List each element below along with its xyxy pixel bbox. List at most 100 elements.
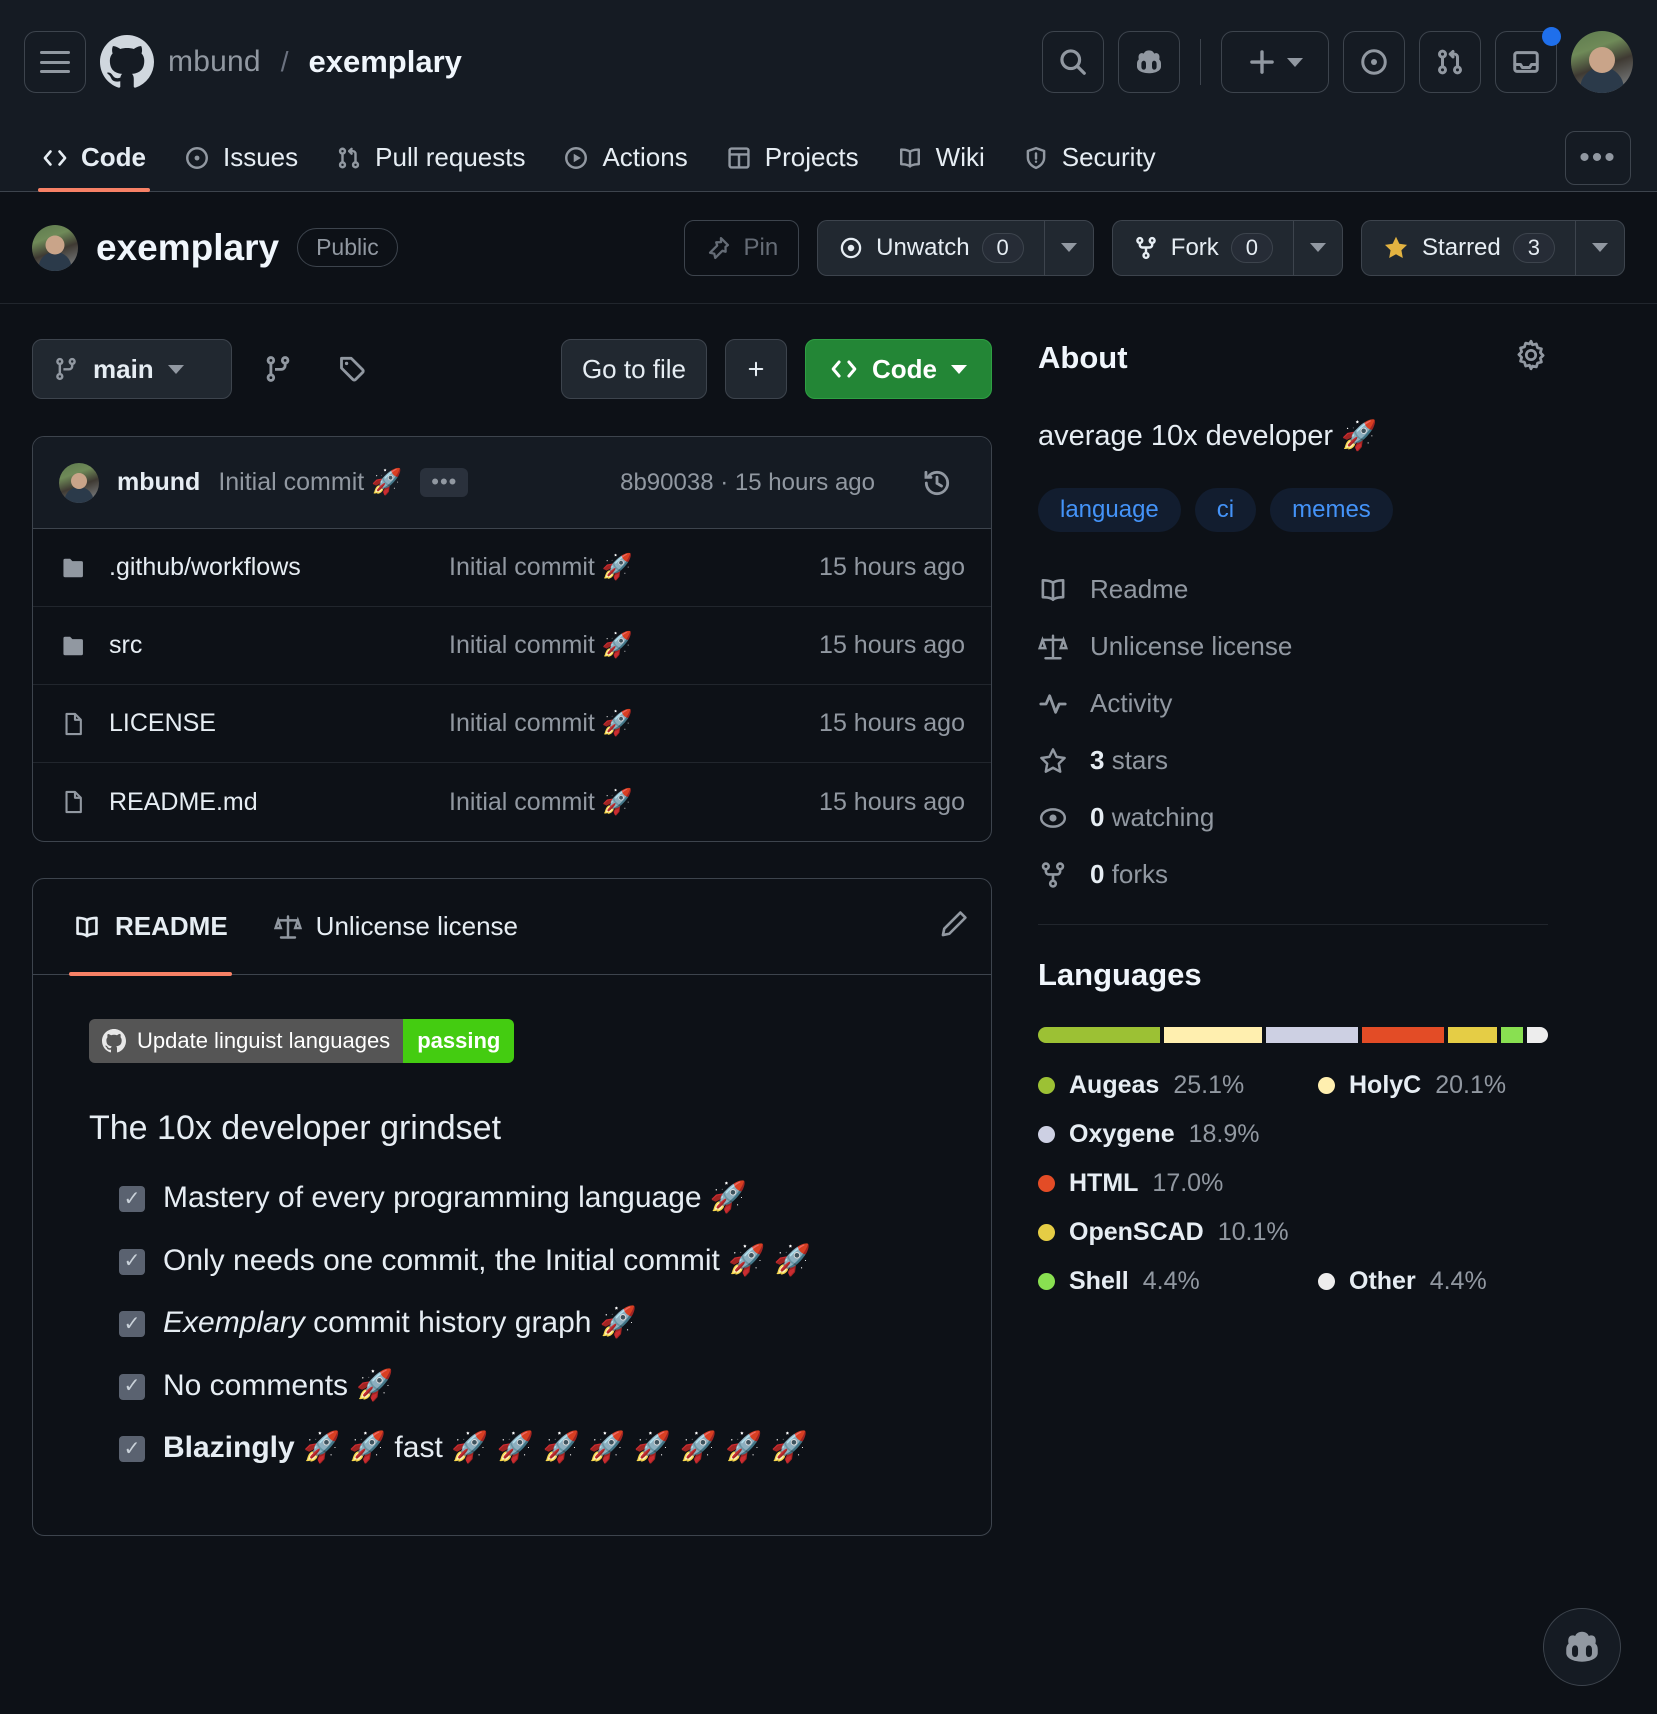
about-link-stars[interactable]: 3 stars bbox=[1038, 745, 1548, 776]
watch-dropdown-button[interactable] bbox=[1043, 219, 1094, 276]
commit-author-avatar[interactable] bbox=[59, 462, 99, 503]
tab-readme[interactable]: README bbox=[55, 879, 246, 976]
tab-wiki[interactable]: Wiki bbox=[881, 124, 1001, 192]
about-link-forks[interactable]: 0 forks bbox=[1038, 859, 1548, 890]
breadcrumb-repo[interactable]: exemplary bbox=[309, 44, 462, 80]
add-file-button[interactable] bbox=[725, 339, 787, 399]
go-to-file-button[interactable]: Go to file bbox=[560, 339, 707, 399]
about-link-license[interactable]: Unlicense license bbox=[1038, 631, 1548, 662]
owner-avatar[interactable] bbox=[32, 224, 78, 271]
about-link-watching[interactable]: 0 watching bbox=[1038, 802, 1548, 833]
eye-icon bbox=[1039, 807, 1067, 828]
tab-pull-requests[interactable]: Pull requests bbox=[320, 124, 541, 192]
language-item[interactable]: Oxygene 18.9% bbox=[1038, 1120, 1548, 1149]
language-item[interactable]: Augeas 25.1% bbox=[1038, 1071, 1318, 1100]
history-icon bbox=[924, 470, 950, 495]
language-percent: 4.4% bbox=[1429, 1267, 1487, 1296]
commit-history-button[interactable] bbox=[909, 455, 965, 511]
commit-author[interactable]: mbund bbox=[117, 468, 200, 497]
folder-icon bbox=[63, 558, 83, 577]
star-button-group: Starred 3 bbox=[1361, 219, 1625, 276]
github-logo[interactable] bbox=[100, 35, 154, 89]
about-link-activity[interactable]: Activity bbox=[1038, 688, 1548, 719]
language-item[interactable]: HTML 17.0% bbox=[1038, 1169, 1548, 1198]
book-icon bbox=[76, 916, 98, 937]
git-branch-icon bbox=[266, 356, 290, 382]
tab-license[interactable]: Unlicense license bbox=[256, 879, 536, 975]
language-percent: 25.1% bbox=[1173, 1071, 1245, 1100]
issues-button[interactable] bbox=[1343, 31, 1405, 93]
file-name-cell[interactable]: README.md bbox=[59, 788, 449, 817]
play-icon bbox=[565, 146, 588, 169]
copilot-fab-button[interactable] bbox=[1543, 1608, 1621, 1686]
breadcrumb-owner[interactable]: mbund bbox=[168, 45, 261, 79]
language-percent: 20.1% bbox=[1435, 1071, 1507, 1100]
star-dropdown-button[interactable] bbox=[1575, 219, 1625, 276]
language-name: HolyC bbox=[1349, 1071, 1422, 1100]
file-commit-message[interactable]: Initial commit 🚀 bbox=[449, 709, 819, 738]
table-row[interactable]: .github/workflows Initial commit 🚀 15 ho… bbox=[33, 529, 991, 607]
nav-overflow-button[interactable]: ••• bbox=[1565, 130, 1631, 185]
tab-security[interactable]: Security bbox=[1007, 124, 1172, 192]
gear-icon bbox=[1517, 339, 1545, 371]
file-commit-message[interactable]: Initial commit 🚀 bbox=[449, 788, 819, 817]
topic-tag[interactable]: ci bbox=[1194, 488, 1257, 533]
create-new-button[interactable] bbox=[1221, 31, 1329, 93]
language-item[interactable]: Shell 4.4% bbox=[1038, 1267, 1318, 1296]
commit-message[interactable]: Initial commit 🚀 bbox=[218, 468, 402, 497]
topic-tag[interactable]: language bbox=[1038, 488, 1181, 533]
language-bar bbox=[1038, 1027, 1548, 1044]
file-name-cell[interactable]: src bbox=[59, 631, 449, 660]
file-commit-message[interactable]: Initial commit 🚀 bbox=[449, 631, 819, 660]
user-avatar[interactable] bbox=[1571, 31, 1633, 93]
ci-status-badge[interactable]: Update linguist languages passing bbox=[89, 1019, 515, 1063]
book-icon bbox=[899, 147, 920, 168]
fork-dropdown-button[interactable] bbox=[1293, 219, 1344, 276]
badge-left: Update linguist languages bbox=[89, 1019, 404, 1063]
commit-expand-button[interactable]: ••• bbox=[420, 468, 469, 497]
branches-button[interactable] bbox=[250, 341, 306, 397]
about-settings-button[interactable] bbox=[1514, 338, 1548, 377]
language-color-dot bbox=[1038, 1126, 1055, 1144]
language-item[interactable]: HolyC 20.1% bbox=[1318, 1071, 1506, 1100]
code-button[interactable]: Code bbox=[805, 339, 992, 399]
table-row[interactable]: src Initial commit 🚀 15 hours ago bbox=[33, 607, 991, 685]
checkbox-checked-icon: ✓ bbox=[119, 1248, 145, 1275]
tags-button[interactable] bbox=[324, 341, 380, 397]
readme-tabs: README Unlicense license bbox=[33, 879, 991, 976]
file-commit-message[interactable]: Initial commit 🚀 bbox=[449, 553, 819, 582]
about-link-readme[interactable]: Readme bbox=[1038, 574, 1548, 605]
pull-requests-button[interactable] bbox=[1419, 31, 1481, 93]
edit-readme-button[interactable] bbox=[939, 909, 969, 944]
list-item: ✓ Mastery of every programming language … bbox=[119, 1178, 935, 1219]
code-icon bbox=[43, 149, 67, 166]
list-item: ✓ Exemplary commit history graph 🚀 bbox=[119, 1303, 935, 1344]
list-item: ✓ No comments 🚀 bbox=[119, 1366, 935, 1407]
tab-actions[interactable]: Actions bbox=[547, 124, 703, 192]
file-name-cell[interactable]: .github/workflows bbox=[59, 553, 449, 582]
notifications-button[interactable] bbox=[1495, 27, 1561, 93]
branch-selector[interactable]: main bbox=[32, 339, 232, 399]
page-title[interactable]: exemplary bbox=[96, 227, 279, 269]
topic-tag[interactable]: memes bbox=[1270, 488, 1393, 533]
language-bar-segment bbox=[1501, 1027, 1523, 1044]
pin-button[interactable]: Pin bbox=[684, 219, 800, 276]
language-item[interactable]: OpenSCAD 10.1% bbox=[1038, 1218, 1548, 1247]
fork-button[interactable]: Fork 0 bbox=[1111, 219, 1294, 276]
about-link-label: Readme bbox=[1090, 574, 1189, 605]
table-row[interactable]: README.md Initial commit 🚀 15 hours ago bbox=[33, 763, 991, 841]
tab-projects[interactable]: Projects bbox=[710, 124, 875, 192]
language-name: OpenSCAD bbox=[1069, 1218, 1204, 1247]
commit-hash[interactable]: 8b90038 bbox=[620, 469, 713, 496]
starred-button[interactable]: Starred 3 bbox=[1361, 219, 1575, 276]
menu-button[interactable] bbox=[24, 31, 86, 93]
table-row[interactable]: LICENSE Initial commit 🚀 15 hours ago bbox=[33, 685, 991, 763]
unwatch-button[interactable]: Unwatch 0 bbox=[817, 219, 1044, 276]
tab-issues[interactable]: Issues bbox=[168, 124, 314, 192]
language-item[interactable]: Other 4.4% bbox=[1318, 1267, 1487, 1296]
search-button[interactable] bbox=[1042, 31, 1104, 93]
tab-code[interactable]: Code bbox=[26, 124, 162, 192]
copilot-button[interactable] bbox=[1118, 31, 1180, 93]
badge-right-label: passing bbox=[403, 1019, 515, 1063]
file-name-cell[interactable]: LICENSE bbox=[59, 709, 449, 738]
